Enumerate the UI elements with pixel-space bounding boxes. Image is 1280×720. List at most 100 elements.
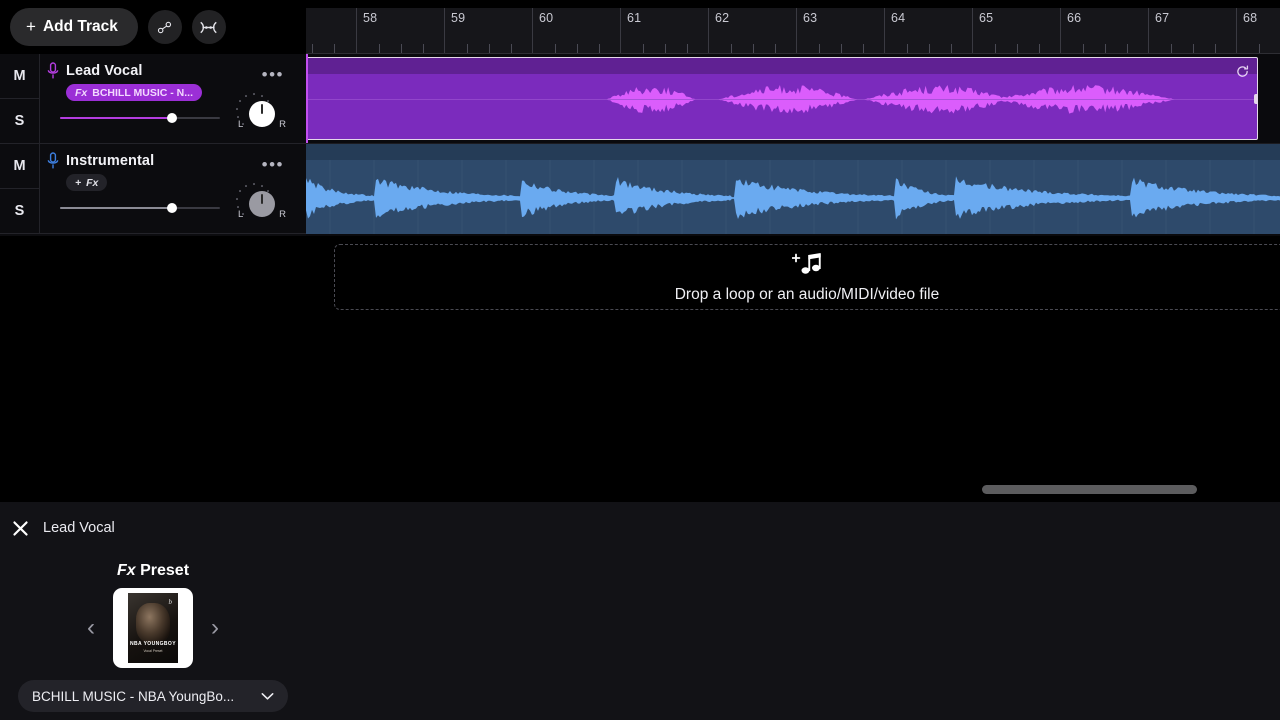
ruler-tick [775, 44, 776, 53]
pan-needle [261, 194, 263, 204]
preset-artwork-box: b NBA YOUNGBOY Vocal Preset [128, 593, 178, 663]
ruler-tick [511, 44, 512, 53]
pan-knob[interactable] [249, 191, 275, 217]
track-name[interactable]: Lead Vocal [66, 63, 142, 79]
preset-artwork-figure [136, 603, 170, 643]
ruler-tick [687, 44, 688, 53]
preset-next-button[interactable]: › [211, 616, 219, 640]
preset-artwork-subtitle: Vocal Preset [143, 649, 163, 653]
ruler-tick [951, 44, 952, 53]
ruler-tick [643, 44, 644, 53]
track-body: Instrumental + Fx ••• L R [40, 144, 306, 233]
lane-instrumental[interactable] [306, 144, 1280, 234]
ruler-tick [995, 44, 996, 53]
daw-app-window: + Add Track 58 59 60 61 62 63 64 65 66 67 68 [0, 0, 1280, 720]
audio-clip-instrumental[interactable] [306, 144, 1280, 234]
microphone-icon [40, 62, 66, 80]
arrangement-area[interactable] [306, 54, 1280, 236]
ruler-tick [1193, 44, 1194, 53]
drop-zone-text: Drop a loop or an audio/MIDI/video file [674, 285, 940, 303]
ruler-tick [489, 44, 490, 53]
track-menu-button[interactable]: ••• [262, 66, 284, 83]
preset-select-dropdown[interactable]: BCHILL MUSIC - NBA YoungBo... [18, 680, 288, 712]
pan-knob-control[interactable]: L R [236, 93, 286, 131]
pan-right-label: R [279, 209, 286, 220]
volume-handle[interactable] [167, 113, 177, 123]
fx-panel: Lead Vocal Fx Preset ‹ b NBA YOUNGBOY Vo… [0, 501, 1280, 720]
fx-chip-prefix: + [75, 176, 82, 189]
track-header-instrumental: M S Instrumental + Fx ••• L R [0, 144, 306, 234]
ruler-bar: 62 [708, 8, 796, 53]
track-menu-button[interactable]: ••• [262, 156, 284, 173]
ruler-tick [841, 44, 842, 53]
ruler-bar-number: 64 [891, 11, 906, 25]
volume-slider[interactable] [60, 111, 220, 125]
mute-button[interactable]: M [0, 54, 39, 99]
add-track-button[interactable]: + Add Track [10, 8, 138, 46]
preset-title-prefix: Fx [116, 562, 136, 579]
drop-zone[interactable]: Drop a loop or an audio/MIDI/video file [334, 244, 1280, 310]
toolbar: + Add Track [0, 0, 306, 54]
volume-fill [60, 207, 172, 209]
solo-button[interactable]: S [0, 189, 39, 233]
add-music-note-icon [791, 251, 822, 282]
pan-knob[interactable] [249, 101, 275, 127]
fx-panel-track-name: Lead Vocal [43, 520, 115, 536]
ruler-tick [467, 44, 468, 53]
ruler-bar-number: 61 [627, 11, 642, 25]
ruler-bar: 60 [532, 8, 620, 53]
volume-fill [60, 117, 172, 119]
ruler-bar-number: 59 [451, 11, 466, 25]
preset-title-text: Preset [140, 562, 190, 579]
ruler-bar-number: 58 [363, 11, 378, 25]
ruler-tick [1105, 44, 1106, 53]
ruler-tick [819, 44, 820, 53]
plus-icon: + [26, 17, 36, 36]
ruler-tick [312, 44, 313, 53]
lane-lead-vocal[interactable] [306, 54, 1280, 144]
ruler-tick [1127, 44, 1128, 53]
ruler-bar: 65 [972, 8, 1060, 53]
ruler-tick [599, 44, 600, 53]
ruler-bar-number: 60 [539, 11, 554, 25]
mute-solo-column: M S [0, 144, 40, 233]
fx-chip-label: Fx [86, 176, 99, 189]
preset-select-value: BCHILL MUSIC - NBA YoungBo... [32, 688, 235, 704]
ruler-bar: 63 [796, 8, 884, 53]
ruler-tick [1083, 44, 1084, 53]
track-body: Lead Vocal Fx BCHILL MUSIC - N... ••• L … [40, 54, 306, 143]
track-name[interactable]: Instrumental [66, 153, 154, 169]
ruler-top-strip [306, 0, 1280, 8]
magnet-snap-icon[interactable] [147, 10, 182, 44]
ruler-bar: 61 [620, 8, 708, 53]
ruler-bar: 64 [884, 8, 972, 53]
loop-icon[interactable] [1236, 65, 1249, 83]
pan-left-label: L [238, 209, 244, 220]
ruler-tick [929, 44, 930, 53]
add-fx-chip-instrumental[interactable]: + Fx [66, 174, 108, 191]
playhead[interactable] [306, 54, 308, 143]
close-icon[interactable] [12, 520, 29, 537]
timeline-ruler[interactable]: 58 59 60 61 62 63 64 65 66 67 68 [306, 0, 1280, 54]
solo-button[interactable]: S [0, 99, 39, 143]
clip-resize-handle[interactable] [1254, 93, 1257, 104]
volume-handle[interactable] [167, 203, 177, 213]
microphone-icon [40, 152, 66, 170]
ruler-bar: 67 [1148, 8, 1236, 53]
waveform-lead-vocal [307, 85, 1257, 114]
track-header-panel: M S Lead Vocal Fx BCHILL MUSIC - N... ••… [0, 54, 306, 236]
horizontal-scrollbar[interactable] [982, 485, 1197, 494]
mute-button[interactable]: M [0, 144, 39, 189]
audio-clip-lead-vocal[interactable] [306, 57, 1258, 140]
pan-knob-control[interactable]: L R [236, 183, 286, 221]
fx-chip-lead-vocal[interactable]: Fx BCHILL MUSIC - N... [66, 84, 202, 101]
preset-column: Fx Preset ‹ b NBA YOUNGBOY Vocal Preset … [0, 554, 306, 720]
ruler-tick [334, 44, 335, 53]
ruler-tick [577, 44, 578, 53]
preset-prev-button[interactable]: ‹ [87, 616, 95, 640]
preset-artwork[interactable]: b NBA YOUNGBOY Vocal Preset [113, 588, 193, 668]
volume-slider[interactable] [60, 201, 220, 215]
ruler-bar-number: 63 [803, 11, 818, 25]
fit-to-window-icon[interactable] [191, 10, 226, 44]
ruler-tick [731, 44, 732, 53]
